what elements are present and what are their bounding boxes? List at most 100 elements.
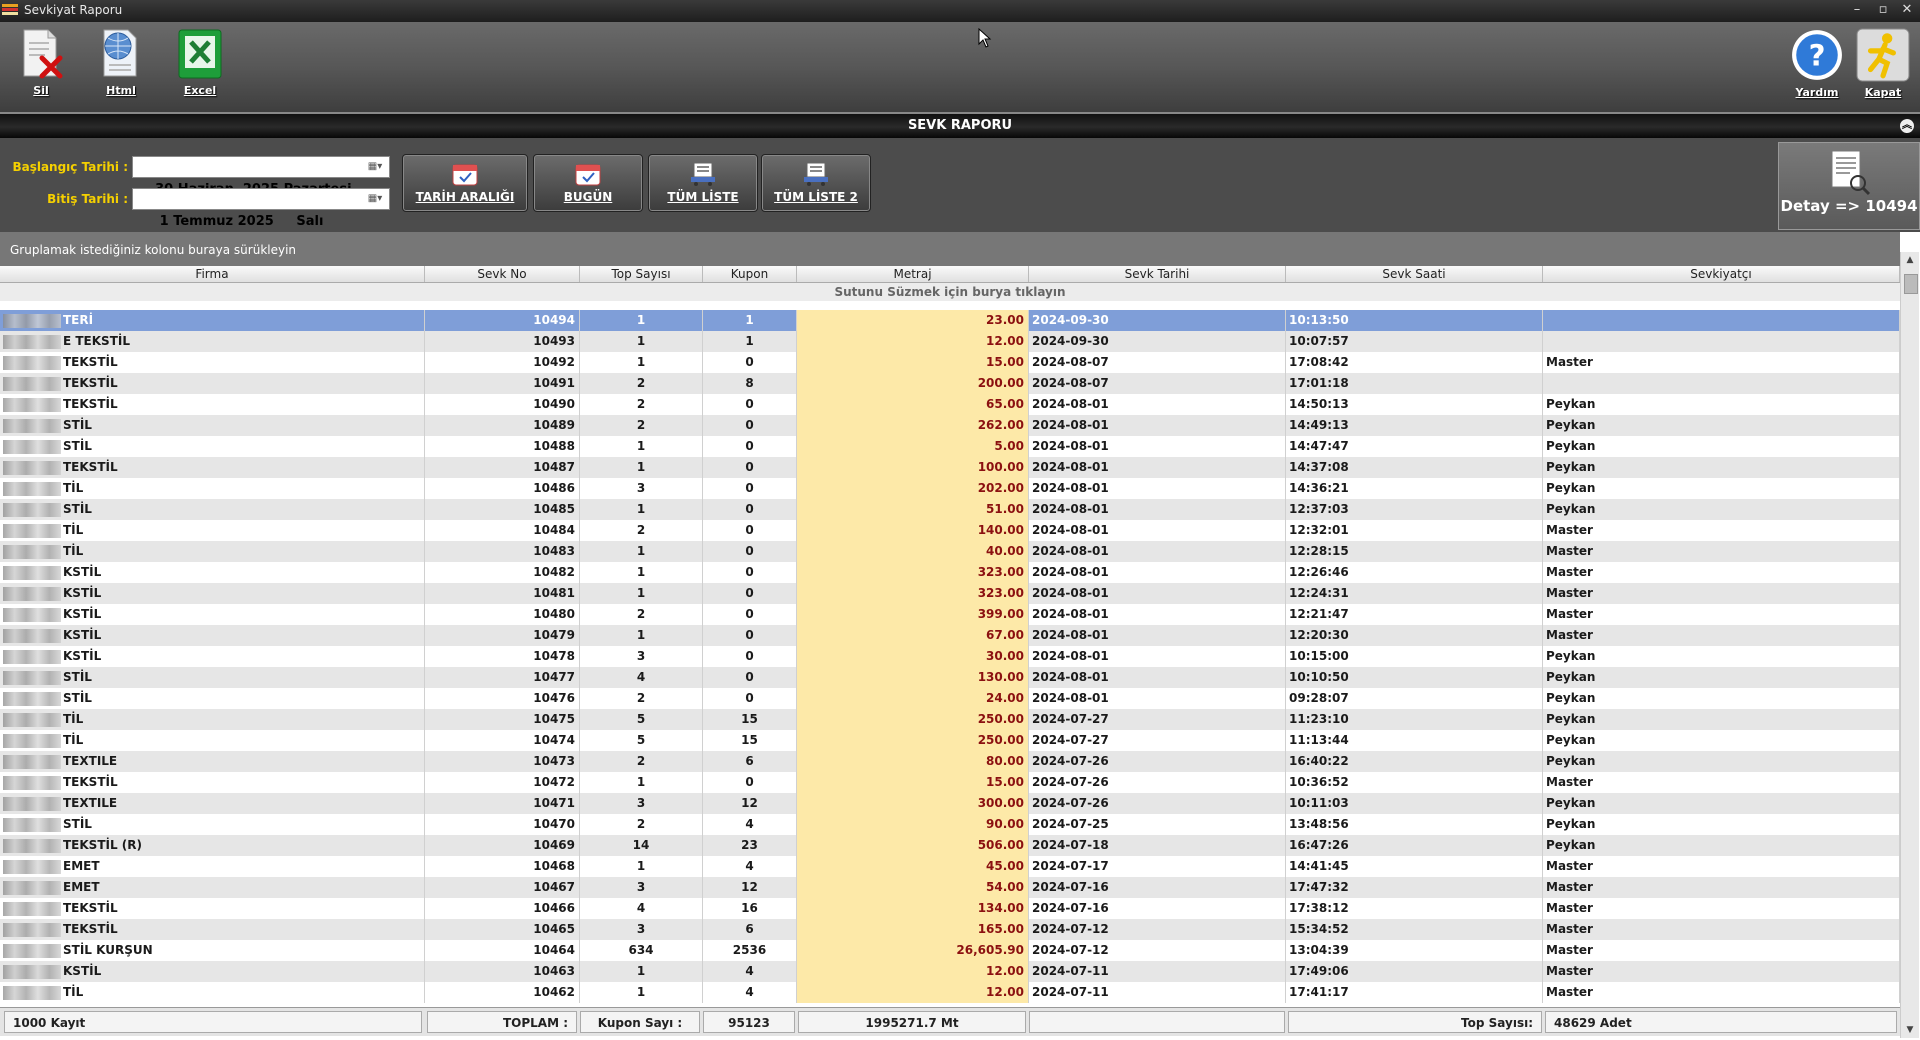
cell-sevk-no[interactable]: 10471 bbox=[425, 793, 580, 814]
cell-top-sayisi[interactable]: 1 bbox=[580, 352, 703, 373]
cell-sevk-tarihi[interactable]: 2024-08-07 bbox=[1029, 373, 1286, 394]
cell-sevk-no[interactable]: 10489 bbox=[425, 415, 580, 436]
cell-kupon[interactable]: 4 bbox=[703, 961, 797, 982]
cell-sevk-no[interactable]: 10479 bbox=[425, 625, 580, 646]
cell-sevk-tarihi[interactable]: 2024-08-01 bbox=[1029, 478, 1286, 499]
cell-metraj[interactable]: 12.00 bbox=[797, 331, 1029, 352]
table-row[interactable]: KSTİL 10482 1 0 323.00 2024-08-01 12:26:46 Mast… bbox=[0, 562, 1900, 583]
cell-top-sayisi[interactable]: 1 bbox=[580, 562, 703, 583]
cell-firma[interactable]: TİL bbox=[0, 730, 425, 751]
cell-metraj[interactable]: 202.00 bbox=[797, 478, 1029, 499]
cell-sevk-no[interactable]: 10468 bbox=[425, 856, 580, 877]
cell-firma[interactable]: KSTİL bbox=[0, 583, 425, 604]
cell-kupon[interactable]: 0 bbox=[703, 499, 797, 520]
table-row[interactable]: STİL 10476 2 0 24.00 2024-08-01 09:28:07 Peykan bbox=[0, 688, 1900, 709]
cell-sevkiyatci[interactable]: Master bbox=[1543, 898, 1900, 919]
table-row[interactable]: TİL 10483 1 0 40.00 2024-08-01 12:28:15 Master bbox=[0, 541, 1900, 562]
cell-metraj[interactable]: 200.00 bbox=[797, 373, 1029, 394]
end-date-picker[interactable]: 1 Temmuz 2025 Salı ▦▾ bbox=[132, 188, 390, 229]
cell-firma[interactable]: TİL bbox=[0, 478, 425, 499]
cell-sevk-tarihi[interactable]: 2024-07-25 bbox=[1029, 814, 1286, 835]
maximize-button[interactable]: ▫ bbox=[1872, 1, 1894, 19]
table-row[interactable]: TEKSTİL 10487 1 0 100.00 2024-08-01 14:37:08 Pe… bbox=[0, 457, 1900, 478]
cell-metraj[interactable]: 90.00 bbox=[797, 814, 1029, 835]
cell-firma[interactable]: STİL bbox=[0, 688, 425, 709]
cell-top-sayisi[interactable]: 3 bbox=[580, 646, 703, 667]
cell-sevk-tarihi[interactable]: 2024-08-01 bbox=[1029, 520, 1286, 541]
cell-top-sayisi[interactable]: 1 bbox=[580, 583, 703, 604]
cell-top-sayisi[interactable]: 2 bbox=[580, 415, 703, 436]
cell-sevk-saati[interactable]: 11:13:44 bbox=[1286, 730, 1543, 751]
cell-top-sayisi[interactable]: 3 bbox=[580, 877, 703, 898]
cell-sevk-no[interactable]: 10474 bbox=[425, 730, 580, 751]
cell-firma[interactable]: TEKSTİL bbox=[0, 898, 425, 919]
cell-top-sayisi[interactable]: 3 bbox=[580, 793, 703, 814]
cell-metraj[interactable]: 165.00 bbox=[797, 919, 1029, 940]
table-row[interactable]: EMET 10468 1 4 45.00 2024-07-17 14:41:45 Master bbox=[0, 856, 1900, 877]
column-filter-row[interactable]: Sutunu Süzmek için burya tıklayın bbox=[0, 283, 1900, 301]
cell-sevk-no[interactable]: 10464 bbox=[425, 940, 580, 961]
cell-sevkiyatci[interactable]: Peykan bbox=[1543, 415, 1900, 436]
cell-sevk-no[interactable]: 10477 bbox=[425, 667, 580, 688]
cell-firma[interactable]: STİL bbox=[0, 436, 425, 457]
cell-kupon[interactable]: 0 bbox=[703, 520, 797, 541]
tum-liste-2-button[interactable]: TÜM LİSTE 2 bbox=[761, 154, 871, 212]
cell-sevk-saati[interactable]: 17:49:06 bbox=[1286, 961, 1543, 982]
cell-kupon[interactable]: 15 bbox=[703, 730, 797, 751]
cell-sevk-saati[interactable]: 10:10:50 bbox=[1286, 667, 1543, 688]
cell-sevk-tarihi[interactable]: 2024-07-18 bbox=[1029, 835, 1286, 856]
cell-sevk-no[interactable]: 10494 bbox=[425, 310, 580, 331]
cell-top-sayisi[interactable]: 1 bbox=[580, 457, 703, 478]
cell-sevk-saati[interactable]: 13:04:39 bbox=[1286, 940, 1543, 961]
cell-sevkiyatci[interactable]: Peykan bbox=[1543, 394, 1900, 415]
cell-sevkiyatci[interactable]: Peykan bbox=[1543, 709, 1900, 730]
cell-sevkiyatci[interactable]: Master bbox=[1543, 562, 1900, 583]
cell-sevk-saati[interactable]: 10:13:50 bbox=[1286, 310, 1543, 331]
cell-sevk-no[interactable]: 10470 bbox=[425, 814, 580, 835]
cell-sevk-tarihi[interactable]: 2024-08-01 bbox=[1029, 499, 1286, 520]
table-row[interactable]: TERİ 10494 1 1 23.00 2024-09-30 10:13:50 bbox=[0, 310, 1900, 331]
cell-metraj[interactable]: 67.00 bbox=[797, 625, 1029, 646]
cell-top-sayisi[interactable]: 4 bbox=[580, 667, 703, 688]
cell-sevk-tarihi[interactable]: 2024-08-01 bbox=[1029, 562, 1286, 583]
column-header-sevk-tarihi[interactable]: Sevk Tarihi bbox=[1029, 266, 1286, 282]
table-row[interactable]: TEXTILE 10473 2 6 80.00 2024-07-26 16:40:22 Pey… bbox=[0, 751, 1900, 772]
cell-sevkiyatci[interactable]: Master bbox=[1543, 772, 1900, 793]
cell-sevk-no[interactable]: 10466 bbox=[425, 898, 580, 919]
cell-sevk-saati[interactable]: 15:34:52 bbox=[1286, 919, 1543, 940]
cell-sevk-saati[interactable]: 10:15:00 bbox=[1286, 646, 1543, 667]
cell-sevk-tarihi[interactable]: 2024-09-30 bbox=[1029, 331, 1286, 352]
cell-sevk-tarihi[interactable]: 2024-08-01 bbox=[1029, 625, 1286, 646]
cell-sevkiyatci[interactable]: Master bbox=[1543, 352, 1900, 373]
cell-firma[interactable]: E TEKSTİL bbox=[0, 331, 425, 352]
cell-firma[interactable]: TEKSTİL bbox=[0, 373, 425, 394]
cell-sevk-no[interactable]: 10463 bbox=[425, 961, 580, 982]
excel-button[interactable]: Excel bbox=[167, 28, 233, 97]
cell-top-sayisi[interactable]: 14 bbox=[580, 835, 703, 856]
cell-kupon[interactable]: 12 bbox=[703, 793, 797, 814]
cell-sevkiyatci[interactable]: Master bbox=[1543, 919, 1900, 940]
cell-firma[interactable]: TİL bbox=[0, 520, 425, 541]
cell-sevk-tarihi[interactable]: 2024-07-17 bbox=[1029, 856, 1286, 877]
html-button[interactable]: Html bbox=[88, 28, 154, 97]
column-header-sevkiyatci[interactable]: Sevkiyatçı bbox=[1543, 266, 1900, 282]
cell-sevk-saati[interactable]: 17:08:42 bbox=[1286, 352, 1543, 373]
cell-sevk-saati[interactable]: 12:24:31 bbox=[1286, 583, 1543, 604]
cell-kupon[interactable]: 0 bbox=[703, 625, 797, 646]
cell-top-sayisi[interactable]: 3 bbox=[580, 478, 703, 499]
cell-sevkiyatci[interactable]: Peykan bbox=[1543, 793, 1900, 814]
cell-sevk-no[interactable]: 10490 bbox=[425, 394, 580, 415]
table-row[interactable]: TEKSTİL 10491 2 8 200.00 2024-08-07 17:01:18 bbox=[0, 373, 1900, 394]
cell-kupon[interactable]: 4 bbox=[703, 814, 797, 835]
cell-top-sayisi[interactable]: 1 bbox=[580, 331, 703, 352]
cell-sevk-saati[interactable]: 14:41:45 bbox=[1286, 856, 1543, 877]
cell-sevk-saati[interactable]: 16:47:26 bbox=[1286, 835, 1543, 856]
cell-sevk-tarihi[interactable]: 2024-09-30 bbox=[1029, 310, 1286, 331]
cell-sevkiyatci[interactable]: Master bbox=[1543, 583, 1900, 604]
cell-kupon[interactable]: 0 bbox=[703, 688, 797, 709]
cell-sevk-tarihi[interactable]: 2024-08-01 bbox=[1029, 667, 1286, 688]
table-row[interactable]: STİL KURŞUN 10464 634 2536 26,605.90 2024-07-… bbox=[0, 940, 1900, 961]
cell-metraj[interactable]: 15.00 bbox=[797, 772, 1029, 793]
cell-top-sayisi[interactable]: 4 bbox=[580, 898, 703, 919]
scroll-thumb[interactable] bbox=[1904, 274, 1918, 294]
